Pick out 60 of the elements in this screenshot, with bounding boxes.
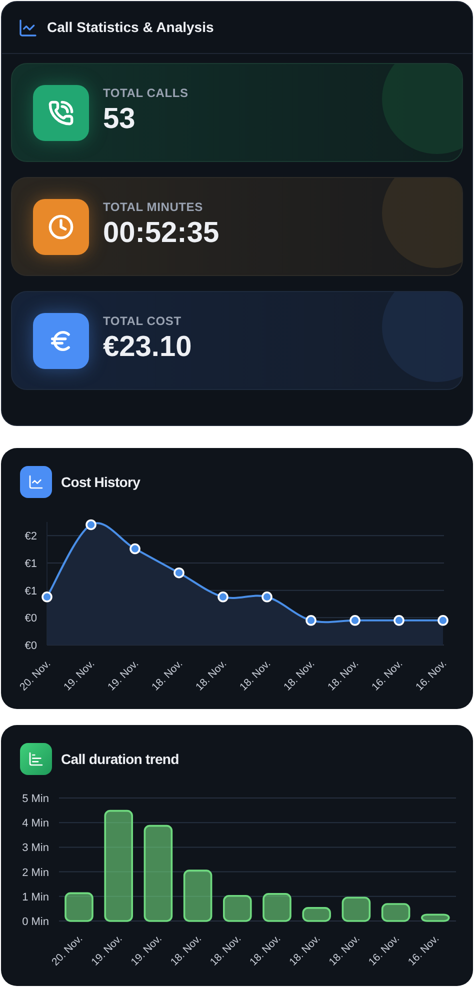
axis-tick-label: €1 [24,585,37,598]
axis-tick-label: 16. Nov. [406,932,442,968]
bar [342,896,371,922]
axis-tick-label: €0 [24,612,37,625]
data-point [394,615,404,626]
data-point [218,592,228,602]
axis-tick-label: 20. Nov. [18,658,54,694]
bar [381,903,410,922]
bar [302,907,331,922]
axis-tick-label: 19. Nov. [106,658,142,694]
axis-tick-label: €0 [24,640,37,652]
axis-tick-label: 18. Nov. [208,932,244,968]
axis-tick-label: €1 [24,558,37,570]
axis-tick-label: 16. Nov. [370,658,406,694]
axis-tick-label: 18. Nov. [168,932,204,968]
bar [223,895,252,922]
axis-tick-label: €2 [24,530,37,543]
bar [421,914,450,922]
axis-tick-label: 1 Min [22,891,49,904]
line-chart-icon [20,466,52,498]
stat-value: 00:52:35 [103,216,220,252]
chart-title: Call duration trend [61,750,179,768]
data-point [306,615,316,626]
axis-tick-label: 16. Nov. [414,658,450,694]
data-point [262,592,272,602]
stat-label: TOTAL COST [103,315,182,328]
data-point [350,615,360,626]
axis-tick-label: 20. Nov. [50,932,86,968]
bar [183,870,212,922]
stat-label: TOTAL MINUTES [103,201,204,214]
axis-tick-label: 18. Nov. [248,932,284,968]
chart-title: Cost History [61,472,140,492]
axis-tick-label: 2 Min [22,866,49,879]
axis-tick-label: 19. Nov. [62,658,98,694]
axis-tick-label: 0 Min [22,916,49,928]
panel-title: Call Statistics & Analysis [47,18,214,37]
axis-tick-label: 18. Nov. [326,932,362,968]
axis-tick-label: 18. Nov. [326,658,362,694]
axis-tick-label: 16. Nov. [366,932,402,968]
axis-tick-label: 18. Nov. [238,658,274,694]
axis-tick-label: 18. Nov. [150,658,186,694]
axis-tick-label: 4 Min [22,818,49,830]
data-point [130,543,140,554]
axis-tick-label: 5 Min [22,793,49,805]
bar-chart-icon [20,743,52,775]
stat-label: TOTAL CALLS [103,87,188,100]
data-point [174,567,184,578]
line-chart-icon [18,18,38,38]
data-point [86,519,96,530]
data-point [42,592,52,602]
axis-tick-label: 19. Nov. [89,932,125,968]
data-point [438,615,448,626]
bar [262,893,292,922]
axis-tick-label: 19. Nov. [128,932,164,968]
axis-tick-label: 3 Min [22,842,49,854]
axis-tick-label: 18. Nov. [194,658,230,694]
stat-value: 53 [103,102,136,138]
axis-tick-label: 18. Nov. [282,658,318,694]
axis-tick-label: 18. Nov. [287,932,323,968]
stat-value: €23.10 [103,330,192,366]
